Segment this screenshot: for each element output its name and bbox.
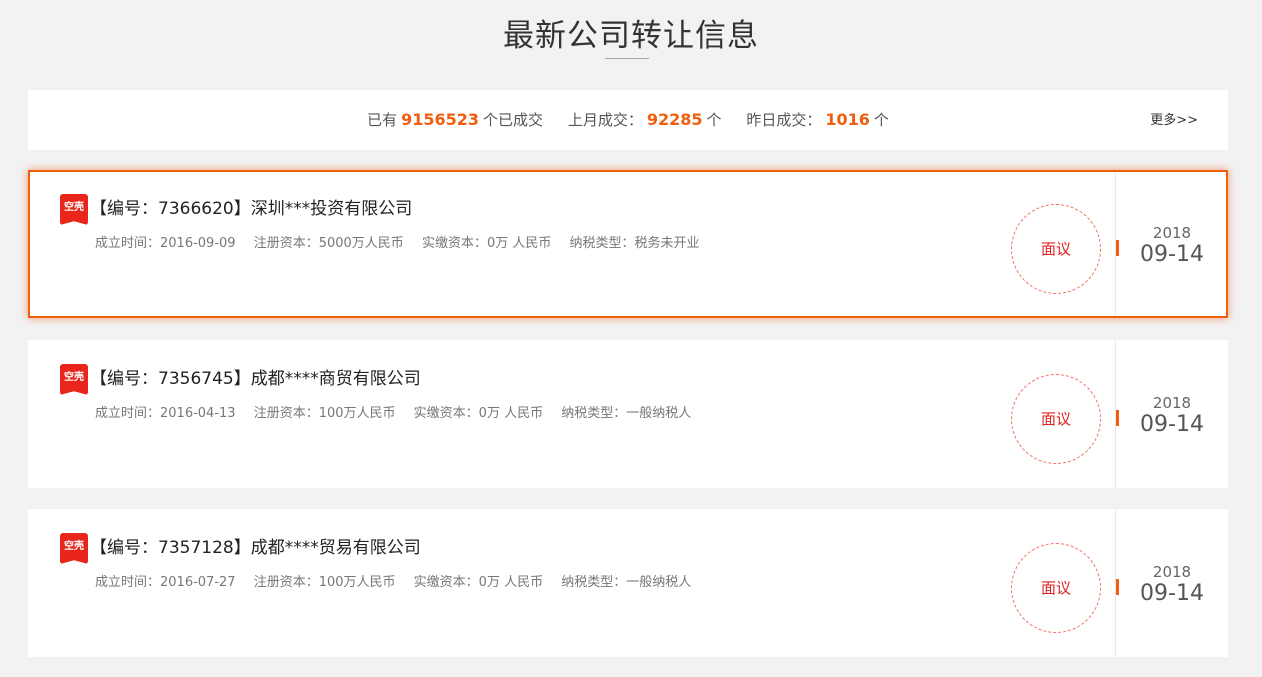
listing-tax-type: 纳税类型：一般纳税人: [561, 406, 692, 421]
listing-title[interactable]: 【编号：7366620】深圳***投资有限公司: [90, 194, 412, 219]
more-link[interactable]: 更多>>: [1150, 90, 1198, 152]
price-negotiable-badge: 面议: [1011, 374, 1101, 464]
listing-tax-type: 纳税类型：一般纳税人: [561, 575, 692, 590]
listing-registered-capital: 注册资本：100万人民币: [253, 406, 396, 421]
shell-company-badge: 空壳: [60, 533, 88, 564]
stats-last-month-value: 92285: [646, 110, 703, 129]
listing-title[interactable]: 【编号：7357128】成都****贸易有限公司: [90, 533, 421, 558]
stats-total-group: 已有 9156523 个已成交: [367, 110, 548, 129]
listing-date: 09-14: [1140, 581, 1204, 606]
stats-total-value: 9156523: [401, 110, 480, 129]
stats-bar: 已有 9156523 个已成交 上月成交： 92285 个 昨日成交： 1016 个 更多>…: [28, 90, 1228, 150]
listing-year: 2018: [1152, 563, 1192, 581]
listing-card[interactable]: 空壳 【编号：7357128】成都****贸易有限公司 成立时间：2016-07…: [28, 509, 1228, 657]
stats-yesterday-suffix: 个: [873, 111, 889, 129]
shell-company-badge: 空壳: [60, 194, 88, 225]
listing-card[interactable]: 空壳 【编号：7366620】深圳***投资有限公司 成立时间：2016-09-…: [28, 170, 1228, 318]
stats-total-suffix: 个已成交: [483, 111, 544, 129]
listing-established: 成立时间：2016-04-13: [95, 406, 236, 421]
title-underline: [605, 58, 649, 59]
stats-yesterday-group: 昨日成交： 1016 个: [746, 110, 889, 129]
stats-last-month-suffix: 个: [706, 111, 722, 129]
stats-last-month-prefix: 上月成交：: [567, 111, 643, 129]
listing-card[interactable]: 空壳 【编号：7356745】成都****商贸有限公司 成立时间：2016-04…: [28, 340, 1228, 488]
listing-meta: 成立时间：2016-09-09 注册资本：5000万人民币 实缴资本：0万 人民…: [95, 232, 714, 251]
listing-paid-capital: 实缴资本：0万 人民币: [421, 236, 552, 251]
listing-meta: 成立时间：2016-04-13 注册资本：100万人民币 实缴资本：0万 人民币…: [95, 402, 705, 421]
listing-year: 2018: [1152, 394, 1192, 412]
listing-title[interactable]: 【编号：7356745】成都****商贸有限公司: [90, 364, 421, 389]
page: 最新公司转让信息 已有 9156523 个已成交 上月成交： 92285 个 昨日成交：…: [0, 0, 1262, 677]
stats-total-prefix: 已有: [367, 111, 398, 129]
listing-date: 09-14: [1140, 242, 1204, 267]
listing-paid-capital: 实缴资本：0万 人民币: [413, 575, 544, 590]
listing-registered-capital: 注册资本：5000万人民币: [253, 236, 404, 251]
stats-last-month-group: 上月成交： 92285 个: [567, 110, 726, 129]
shell-company-badge: 空壳: [60, 364, 88, 395]
listing-paid-capital: 实缴资本：0万 人民币: [413, 406, 544, 421]
listing-registered-capital: 注册资本：100万人民币: [253, 575, 396, 590]
listing-date: 09-14: [1140, 412, 1204, 437]
price-negotiable-badge: 面议: [1011, 204, 1101, 294]
stats-yesterday-prefix: 昨日成交：: [746, 111, 822, 129]
listing-meta: 成立时间：2016-07-27 注册资本：100万人民币 实缴资本：0万 人民币…: [95, 571, 705, 590]
listing-tax-type: 纳税类型：税务未开业: [569, 236, 700, 251]
listing-established: 成立时间：2016-09-09: [95, 236, 236, 251]
listing-established: 成立时间：2016-07-27: [95, 575, 236, 590]
stats-yesterday-value: 1016: [825, 110, 870, 129]
listing-year: 2018: [1152, 224, 1192, 242]
stats-summary: 已有 9156523 个已成交 上月成交： 92285 个 昨日成交： 1016 个: [28, 90, 1228, 150]
price-negotiable-badge: 面议: [1011, 543, 1101, 633]
page-title: 最新公司转让信息: [503, 18, 759, 54]
